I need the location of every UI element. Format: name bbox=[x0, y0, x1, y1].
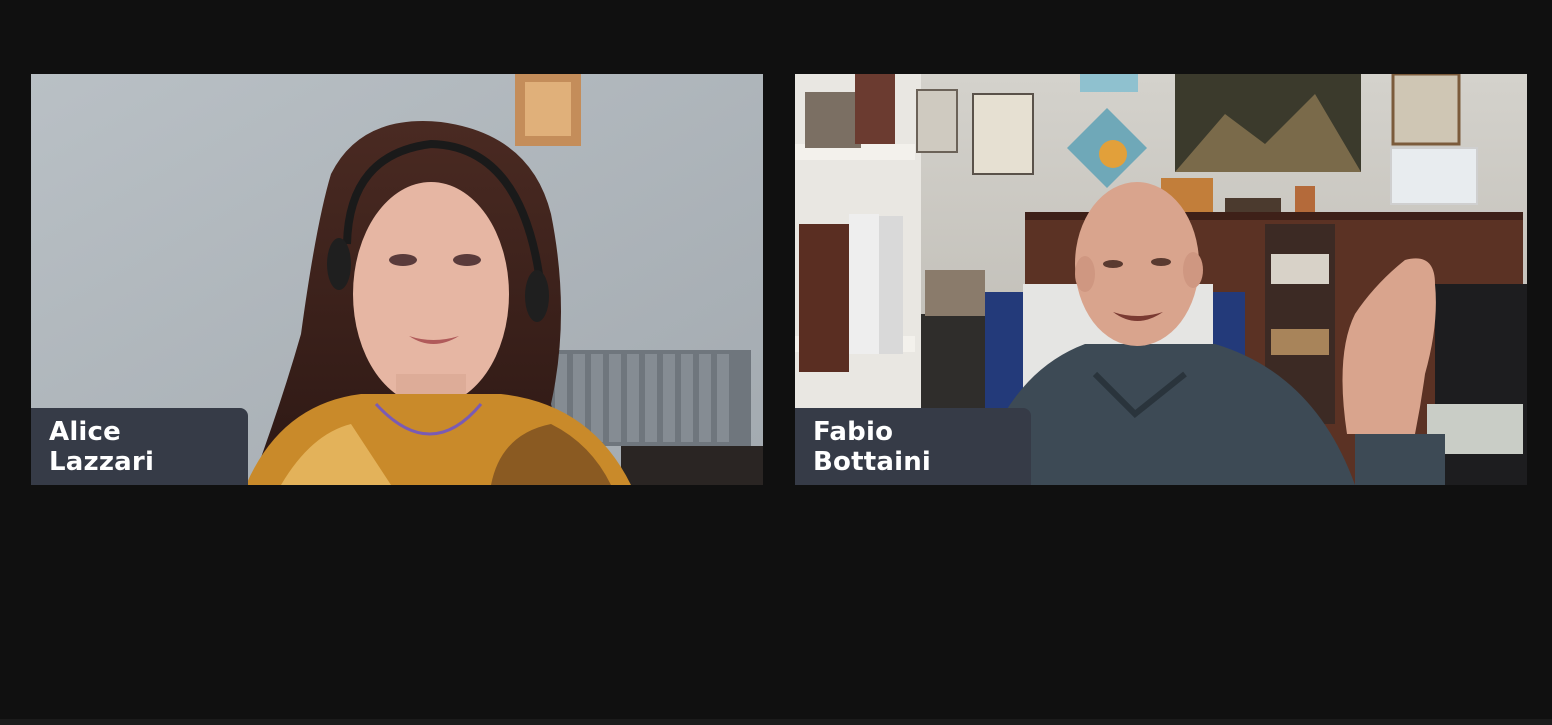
participant-name: Alice Lazzari bbox=[49, 416, 155, 477]
participant-name-tag: Alice Lazzari bbox=[31, 408, 248, 485]
participant-name: Fabio Bottaini bbox=[813, 416, 932, 477]
participant-name-tag: Fabio Bottaini bbox=[795, 408, 1031, 485]
participant-tile-fabio[interactable]: Fabio Bottaini bbox=[795, 74, 1527, 485]
participant-tile-alice[interactable]: Alice Lazzari bbox=[31, 74, 763, 485]
bottom-edge-divider bbox=[0, 719, 1552, 725]
video-call-stage: Alice Lazzari Fabio Bottaini bbox=[0, 0, 1552, 725]
